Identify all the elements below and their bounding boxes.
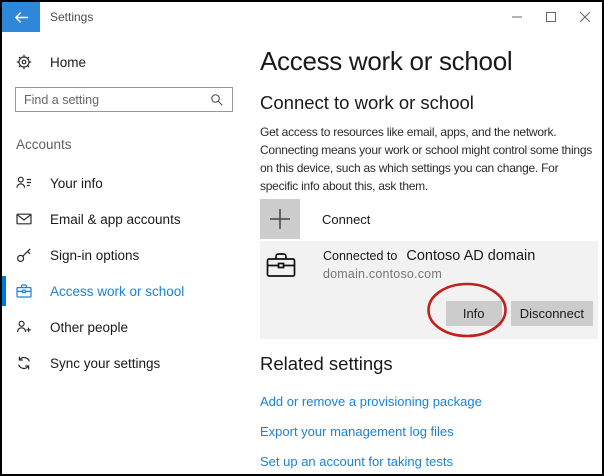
main-content: Access work or school Connect to work or… bbox=[252, 32, 602, 474]
connection-text: Connected to Contoso AD domain domain.co… bbox=[323, 248, 535, 281]
close-button[interactable] bbox=[568, 2, 602, 32]
sidebar-item-sign-in-options[interactable]: Sign-in options bbox=[2, 237, 252, 273]
sidebar-item-home[interactable]: Home bbox=[2, 47, 252, 77]
email-icon bbox=[16, 211, 32, 227]
sidebar-item-label: Your info bbox=[50, 176, 103, 191]
briefcase-icon bbox=[266, 252, 296, 278]
connect-button[interactable]: Connect bbox=[260, 199, 370, 239]
contact-icon bbox=[16, 175, 32, 191]
minimize-icon bbox=[512, 12, 522, 22]
sidebar-nav: Your info Email & app accounts Sign-in o… bbox=[2, 165, 252, 381]
key-icon bbox=[16, 247, 32, 263]
sidebar-item-other-people[interactable]: Other people bbox=[2, 309, 252, 345]
sidebar-item-label: Sign-in options bbox=[50, 248, 139, 263]
back-arrow-icon bbox=[14, 11, 29, 24]
info-button-wrapper: Info bbox=[446, 301, 502, 326]
search-icon bbox=[210, 93, 224, 107]
sync-icon bbox=[16, 355, 32, 371]
sidebar-item-label: Email & app accounts bbox=[50, 212, 181, 227]
link-export-log-files[interactable]: Export your management log files bbox=[260, 424, 598, 439]
maximize-icon bbox=[546, 12, 556, 22]
person-add-icon bbox=[16, 319, 32, 335]
back-button[interactable] bbox=[2, 2, 40, 32]
sidebar-item-your-info[interactable]: Your info bbox=[2, 165, 252, 201]
link-provisioning-package[interactable]: Add or remove a provisioning package bbox=[260, 394, 598, 409]
sidebar-item-label: Sync your settings bbox=[50, 356, 160, 371]
gear-icon bbox=[16, 54, 32, 70]
close-icon bbox=[580, 12, 590, 22]
domain-name: domain.contoso.com bbox=[323, 267, 535, 281]
related-settings-heading: Related settings bbox=[260, 352, 598, 376]
page-title: Access work or school bbox=[260, 44, 598, 78]
app-title: Settings bbox=[50, 10, 93, 24]
connected-account-panel: Connected to Contoso AD domain domain.co… bbox=[260, 241, 598, 339]
window-controls bbox=[500, 2, 602, 32]
titlebar: Settings bbox=[2, 2, 602, 32]
sidebar-item-sync-your-settings[interactable]: Sync your settings bbox=[2, 345, 252, 381]
search-input[interactable] bbox=[16, 93, 210, 107]
briefcase-icon bbox=[16, 283, 32, 299]
description-text: Get access to resources like email, apps… bbox=[260, 123, 598, 195]
sidebar: Home Accounts Your info Email & app acco… bbox=[2, 32, 252, 474]
plus-icon bbox=[260, 199, 300, 239]
info-button[interactable]: Info bbox=[446, 301, 502, 326]
organization-name: Contoso AD domain bbox=[406, 248, 535, 264]
sidebar-home-label: Home bbox=[50, 55, 86, 70]
search-box bbox=[15, 87, 233, 112]
sidebar-item-access-work-or-school[interactable]: Access work or school bbox=[2, 273, 252, 309]
sidebar-section-label: Accounts bbox=[16, 137, 252, 152]
settings-window: Settings Home Accounts bbox=[0, 0, 604, 476]
connected-to-label: Connected to bbox=[323, 249, 397, 263]
link-test-taking-account[interactable]: Set up an account for taking tests bbox=[260, 454, 598, 469]
section-heading: Connect to work or school bbox=[260, 91, 598, 115]
sidebar-item-label: Other people bbox=[50, 320, 128, 335]
connect-label: Connect bbox=[322, 212, 370, 227]
maximize-button[interactable] bbox=[534, 2, 568, 32]
related-links: Add or remove a provisioning package Exp… bbox=[260, 379, 598, 469]
disconnect-button[interactable]: Disconnect bbox=[511, 301, 593, 326]
minimize-button[interactable] bbox=[500, 2, 534, 32]
sidebar-item-label: Access work or school bbox=[50, 284, 184, 299]
sidebar-item-email-accounts[interactable]: Email & app accounts bbox=[2, 201, 252, 237]
